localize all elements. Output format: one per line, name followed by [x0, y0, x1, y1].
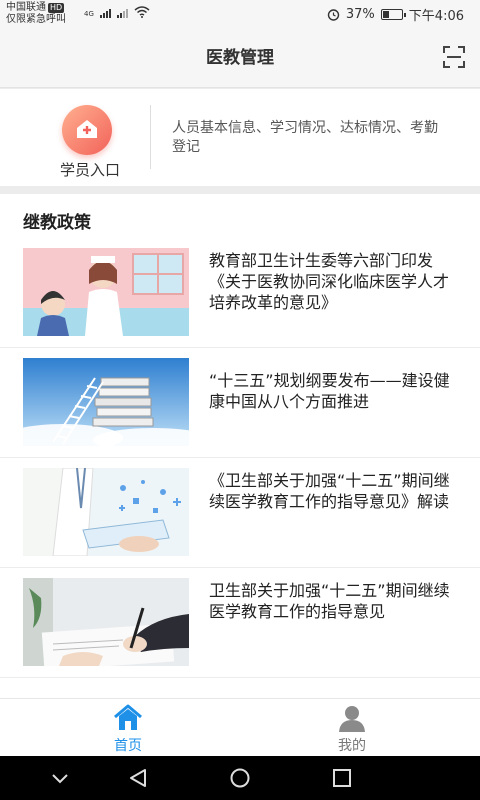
section-title: 继教政策 — [23, 213, 91, 233]
status-right: 37% 下午4:06 — [327, 5, 464, 24]
signing-document-image — [23, 578, 189, 666]
entry-card: 学员入口 人员基本信息、学习情况、达标情况、考勤登记 — [0, 89, 480, 186]
app-header: 医教管理 — [0, 28, 480, 88]
student-entry-button[interactable]: 学员入口 — [40, 99, 140, 184]
recents-square-icon[interactable] — [331, 767, 353, 789]
signal-2-icon — [116, 9, 128, 18]
battery-percent: 37% — [345, 7, 375, 22]
bottom-tab-bar: 首页 我的 — [0, 698, 480, 756]
policy-section: 继教政策 教育部卫生计生委等六部门印发《关于医教协同深化临床医学人才培养改革的意… — [0, 194, 480, 698]
emergency-text: 仅限紧急呼叫 — [6, 14, 66, 25]
nurse-illustration — [23, 248, 189, 336]
status-bar: 中国联通 HD 仅限紧急呼叫 4G 37% 下午4:06 — [0, 0, 480, 28]
policy-item[interactable]: 《卫生部关于加强“十二五”期间继续医学教育工作的指导意见》解读 — [0, 458, 480, 568]
policy-title: 《卫生部关于加强“十二五”期间继续医学教育工作的指导意见》解读 — [209, 471, 450, 511]
signal-icon — [99, 9, 111, 18]
network-type: 4G — [84, 10, 94, 18]
signal-indicators: 4G — [84, 6, 150, 18]
chevron-down-icon[interactable] — [50, 767, 70, 789]
tab-home[interactable]: 首页 — [68, 699, 188, 757]
wifi-icon — [134, 6, 150, 18]
books-ladder-image — [23, 358, 189, 446]
doctor-tablet-image — [23, 468, 189, 556]
tab-mine-label: 我的 — [338, 738, 366, 754]
page-title: 医教管理 — [206, 48, 274, 68]
entry-description: 人员基本信息、学习情况、达标情况、考勤登记 — [172, 120, 438, 155]
tab-mine[interactable]: 我的 — [292, 699, 412, 757]
battery-icon — [380, 9, 406, 20]
tab-home-label: 首页 — [114, 738, 142, 754]
policy-title: 卫生部关于加强“十二五”期间继续医学教育工作的指导意见 — [209, 581, 450, 621]
home-icon — [114, 704, 142, 730]
policy-title: “十三五”规划纲要发布——建设健康中国从八个方面推进 — [209, 371, 450, 411]
carrier-info: 中国联通 HD 仅限紧急呼叫 — [6, 2, 66, 26]
policy-title: 教育部卫生计生委等六部门印发《关于医教协同深化临床医学人才培养改革的意见》 — [209, 251, 450, 312]
clock: 下午4:06 — [408, 9, 464, 24]
alarm-icon — [327, 9, 340, 21]
home-circle-icon[interactable] — [229, 767, 251, 789]
student-entry-label: 学员入口 — [59, 161, 120, 179]
user-icon — [339, 706, 365, 732]
back-icon[interactable] — [127, 767, 149, 789]
policy-item[interactable]: “十三五”规划纲要发布——建设健康中国从八个方面推进 — [0, 348, 480, 458]
medical-kit-icon — [62, 105, 112, 155]
hd-badge: HD — [48, 3, 65, 13]
carrier-name: 中国联通 — [6, 2, 46, 13]
entry-divider — [150, 105, 151, 169]
system-nav-bar — [0, 756, 480, 800]
scan-icon[interactable] — [442, 45, 466, 69]
policy-item[interactable]: 教育部卫生计生委等六部门印发《关于医教协同深化临床医学人才培养改革的意见》 — [0, 238, 480, 348]
policy-item[interactable]: 卫生部关于加强“十二五”期间继续医学教育工作的指导意见 — [0, 568, 480, 678]
